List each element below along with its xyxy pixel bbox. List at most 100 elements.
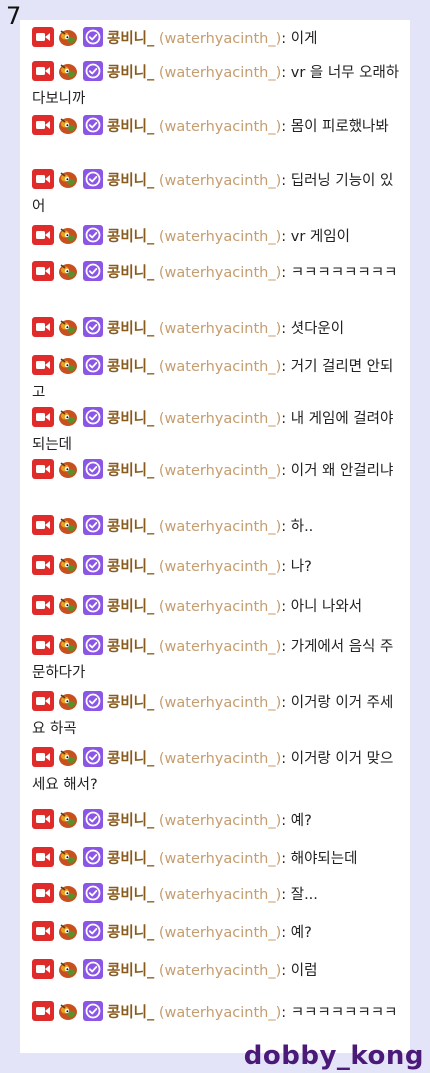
chat-username[interactable]: 콩비니_ (107, 599, 154, 615)
broadcaster-camera-icon (32, 747, 54, 767)
emote-badge-icon (57, 61, 79, 81)
chat-separator: : (281, 519, 287, 535)
emote-badge-icon (57, 883, 79, 903)
verified-check-icon (82, 225, 104, 245)
chat-separator: : (281, 119, 287, 135)
chat-login: (waterhyacinth_) (158, 963, 282, 979)
verified-check-icon (82, 317, 104, 337)
chat-username[interactable]: 콩비니_ (107, 65, 154, 81)
chat-separator: : (281, 359, 287, 375)
chat-message: 콩비니_ (waterhyacinth_): 이거랑 이거 맞으세요 해서? (32, 746, 404, 798)
chat-message: 콩비니_ (waterhyacinth_): 딥러닝 기능이 있어 (32, 168, 404, 220)
chat-username[interactable]: 콩비니_ (107, 519, 154, 535)
verified-check-icon (82, 691, 104, 711)
chat-separator: : (281, 851, 287, 867)
broadcaster-camera-icon (32, 115, 54, 135)
verified-check-icon (82, 595, 104, 615)
emote-badge-icon (57, 809, 79, 829)
chat-username[interactable]: 콩비니_ (107, 173, 154, 189)
verified-check-icon (82, 747, 104, 767)
chat-login: (waterhyacinth_) (158, 31, 282, 47)
chat-login: (waterhyacinth_) (158, 887, 282, 903)
verified-check-icon (82, 959, 104, 979)
verified-check-icon (82, 61, 104, 81)
emote-badge-icon (57, 407, 79, 427)
chat-separator: : (281, 411, 287, 427)
emote-badge-icon (57, 115, 79, 135)
broadcaster-camera-icon (32, 27, 54, 47)
chat-username[interactable]: 콩비니_ (107, 31, 154, 47)
chat-login: (waterhyacinth_) (158, 65, 282, 81)
chat-separator: : (281, 639, 287, 655)
emote-badge-icon (57, 691, 79, 711)
chat-username[interactable]: 콩비니_ (107, 751, 154, 767)
emote-badge-icon (57, 515, 79, 535)
chat-username[interactable]: 콩비니_ (107, 887, 154, 903)
chat-message-text: 하.. (290, 519, 314, 535)
broadcaster-camera-icon (32, 317, 54, 337)
broadcaster-camera-icon (32, 515, 54, 535)
verified-check-icon (82, 847, 104, 867)
chat-separator: : (281, 599, 287, 615)
chat-username[interactable]: 콩비니_ (107, 639, 154, 655)
chat-message-text: 몸이 피로했나봐 (290, 119, 389, 135)
chat-username[interactable]: 콩비니_ (107, 411, 154, 427)
chat-username[interactable]: 콩비니_ (107, 695, 154, 711)
chat-panel: 콩비니_ (waterhyacinth_): 이게 콩비니_ (waterhyac… (20, 20, 410, 1053)
chat-username[interactable]: 콩비니_ (107, 229, 154, 245)
broadcaster-camera-icon (32, 61, 54, 81)
chat-login: (waterhyacinth_) (158, 463, 282, 479)
chat-username[interactable]: 콩비니_ (107, 321, 154, 337)
chat-message: 콩비니_ (waterhyacinth_): 이거랑 이거 주세요 하곡 (32, 690, 404, 742)
chat-message-text: 해야되는데 (290, 851, 358, 867)
chat-message: 콩비니_ (waterhyacinth_): 예? (32, 808, 404, 834)
emote-badge-icon (57, 459, 79, 479)
emote-badge-icon (57, 747, 79, 767)
verified-check-icon (82, 921, 104, 941)
chat-username[interactable]: 콩비니_ (107, 359, 154, 375)
verified-check-icon (82, 555, 104, 575)
chat-message: 콩비니_ (waterhyacinth_): 몸이 피로했나봐 (32, 114, 404, 140)
chat-login: (waterhyacinth_) (158, 1005, 282, 1021)
chat-separator: : (281, 229, 287, 245)
chat-separator: : (281, 173, 287, 189)
chat-message-text: ㅋㅋㅋㅋㅋㅋㅋㅋ (290, 265, 398, 281)
chat-username[interactable]: 콩비니_ (107, 119, 154, 135)
chat-login: (waterhyacinth_) (158, 229, 282, 245)
chat-username[interactable]: 콩비니_ (107, 963, 154, 979)
chat-separator: : (281, 321, 287, 337)
chat-message-text: 이럼 (290, 963, 318, 979)
chat-login: (waterhyacinth_) (158, 851, 282, 867)
chat-username[interactable]: 콩비니_ (107, 851, 154, 867)
chat-login: (waterhyacinth_) (158, 695, 282, 711)
chat-message-text: 셧다운이 (290, 321, 345, 337)
broadcaster-camera-icon (32, 921, 54, 941)
chat-username[interactable]: 콩비니_ (107, 813, 154, 829)
chat-username[interactable]: 콩비니_ (107, 1005, 154, 1021)
chat-username[interactable]: 콩비니_ (107, 463, 154, 479)
chat-message: 콩비니_ (waterhyacinth_): 아니 나와서 (32, 594, 404, 620)
chat-separator: : (281, 813, 287, 829)
chat-message: 콩비니_ (waterhyacinth_): 잘... (32, 882, 404, 908)
broadcaster-camera-icon (32, 169, 54, 189)
chat-username[interactable]: 콩비니_ (107, 559, 154, 575)
chat-message-text: ㅋㅋㅋㅋㅋㅋㅋㅋ (290, 1005, 398, 1021)
broadcaster-camera-icon (32, 261, 54, 281)
verified-check-icon (82, 809, 104, 829)
emote-badge-icon (57, 847, 79, 867)
broadcaster-camera-icon (32, 555, 54, 575)
chat-separator: : (281, 695, 287, 711)
emote-badge-icon (57, 1001, 79, 1021)
chat-login: (waterhyacinth_) (158, 265, 282, 281)
verified-check-icon (82, 169, 104, 189)
chat-message: 콩비니_ (waterhyacinth_): 하.. (32, 514, 404, 540)
verified-check-icon (82, 115, 104, 135)
verified-check-icon (82, 515, 104, 535)
chat-username[interactable]: 콩비니_ (107, 265, 154, 281)
chat-separator: : (281, 31, 287, 47)
chat-message: 콩비니_ (waterhyacinth_): 나? (32, 554, 404, 580)
emote-badge-icon (57, 169, 79, 189)
chat-message-text: vr 게임이 (290, 229, 350, 245)
emote-badge-icon (57, 555, 79, 575)
chat-username[interactable]: 콩비니_ (107, 925, 154, 941)
